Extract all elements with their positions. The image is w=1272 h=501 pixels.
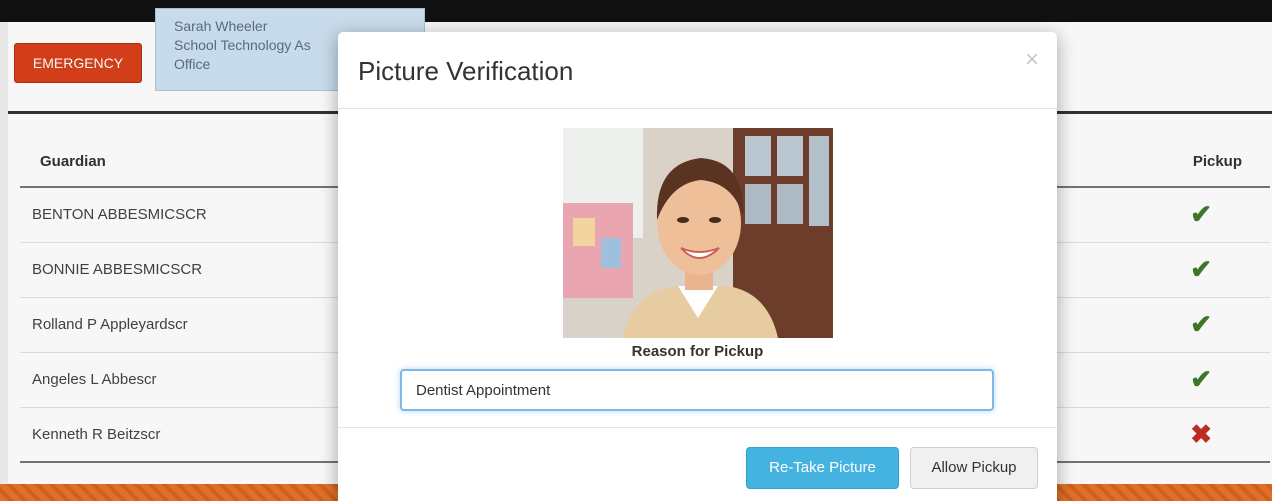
modal-title: Picture Verification	[358, 56, 574, 86]
portrait-image	[563, 128, 833, 338]
modal-footer: Re-Take Picture Allow Pickup	[338, 427, 1057, 501]
reason-input[interactable]	[400, 369, 994, 411]
guardian-photo	[563, 128, 833, 338]
retake-picture-button[interactable]: Re-Take Picture	[746, 447, 899, 489]
reason-label: Reason for Pickup	[631, 343, 764, 360]
close-icon[interactable]: ×	[1025, 46, 1039, 74]
picture-verification-modal: Picture Verification × Reason for Pickup	[338, 32, 1057, 501]
modal-header: Picture Verification ×	[338, 32, 1057, 109]
allow-pickup-button[interactable]: Allow Pickup	[910, 447, 1038, 489]
